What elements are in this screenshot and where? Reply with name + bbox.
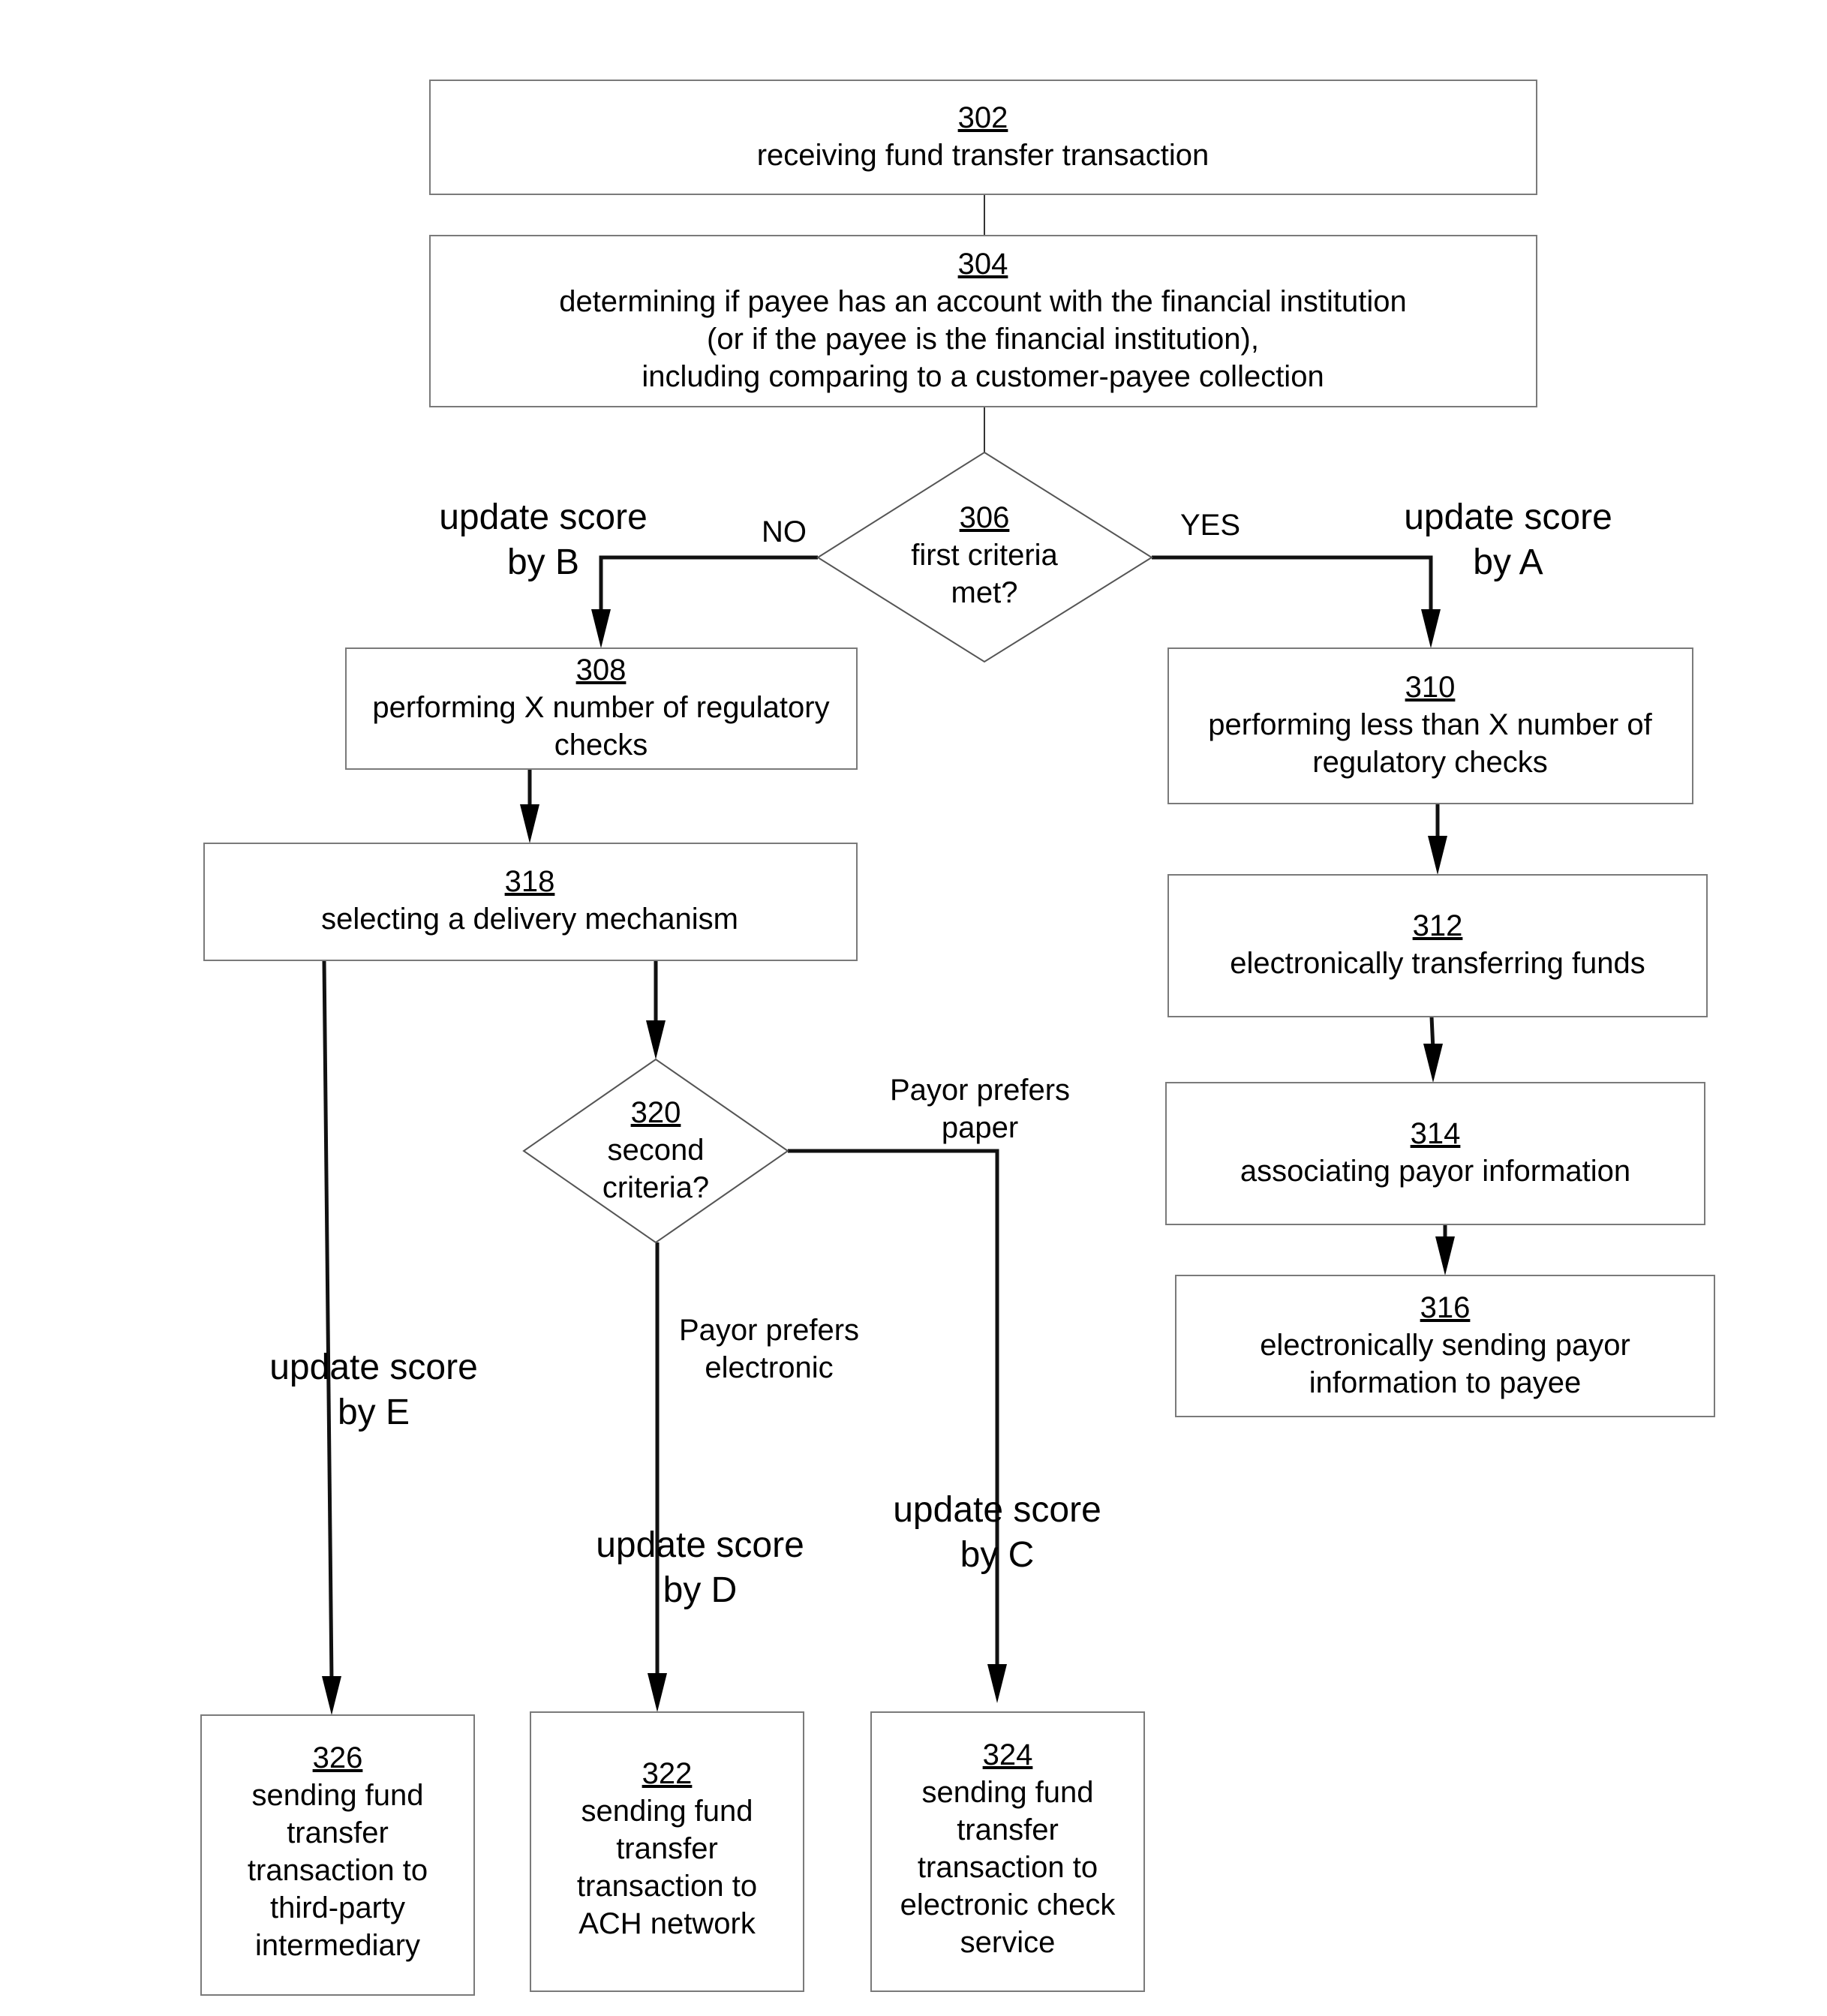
node-322-number: 322	[642, 1757, 693, 1790]
node-308-text-line2: checks	[554, 729, 648, 762]
node-324-text-line3: transaction to	[918, 1851, 1098, 1884]
node-326: 326 sending fund transfer transaction to…	[200, 1714, 475, 1996]
edge-label-score-a-line2: by A	[1473, 542, 1543, 582]
arrowhead-to-322	[648, 1673, 667, 1712]
node-302-number: 302	[958, 101, 1008, 134]
node-310-text-line1: performing less than X number of	[1208, 708, 1652, 741]
arrowhead-to-312	[1428, 836, 1447, 875]
edge-label-score-c-line1: update score	[893, 1490, 1101, 1530]
edge-label-paper-line2: paper	[942, 1111, 1018, 1144]
decision-306-text-line1: first criteria	[911, 539, 1058, 572]
node-308-text-line1: performing X number of regulatory	[372, 691, 829, 724]
edge-label-paper-line1: Payor prefers	[890, 1074, 1070, 1107]
node-326-number: 326	[313, 1741, 363, 1774]
node-304: 304 determining if payee has an account …	[429, 235, 1537, 407]
decision-306-number: 306	[960, 501, 1010, 534]
connector-yes-branch	[1152, 555, 1433, 615]
node-322: 322 sending fund transfer transaction to…	[530, 1711, 804, 1992]
node-314: 314 associating payor information	[1165, 1082, 1705, 1225]
node-304-text-line3: including comparing to a customer-payee …	[642, 360, 1324, 393]
edge-label-electronic-line2: electronic	[705, 1351, 833, 1384]
node-316-number: 316	[1420, 1291, 1471, 1324]
arrowhead-to-308	[591, 609, 611, 648]
node-316-text-line2: information to payee	[1309, 1366, 1581, 1399]
arrowhead-to-326	[322, 1676, 341, 1715]
node-326-text-line3: transaction to	[248, 1854, 428, 1887]
node-318-number: 318	[505, 865, 555, 898]
node-308: 308 performing X number of regulatory ch…	[345, 647, 858, 770]
decision-320: 320 second criteria?	[522, 1058, 789, 1244]
node-304-number: 304	[958, 248, 1008, 281]
edge-label-score-d-line2: by D	[663, 1570, 738, 1610]
edge-label-score-e-line1: update score	[269, 1348, 478, 1387]
node-310: 310 performing less than X number of reg…	[1167, 647, 1693, 804]
node-314-text: associating payor information	[1240, 1155, 1630, 1188]
node-308-number: 308	[576, 653, 627, 687]
node-312: 312 electronically transferring funds	[1167, 874, 1708, 1017]
edge-label-score-b-line2: by B	[507, 542, 579, 582]
connector-320-324	[788, 1149, 999, 1666]
arrowhead-to-310	[1421, 609, 1441, 648]
edge-label-score-d-line1: update score	[596, 1525, 804, 1565]
node-322-text-line2: transfer	[616, 1832, 718, 1865]
arrowhead-to-318	[520, 804, 539, 843]
arrowhead-to-314	[1423, 1044, 1443, 1083]
arrowhead-to-320	[646, 1020, 666, 1059]
node-304-text-line1: determining if payee has an account with…	[559, 285, 1407, 318]
connector-318-326	[322, 960, 334, 1681]
node-324-text-line5: service	[960, 1926, 1056, 1959]
edge-label-score-e-line2: by E	[338, 1393, 410, 1432]
arrowhead-to-324	[987, 1664, 1007, 1703]
node-318-text: selecting a delivery mechanism	[321, 903, 738, 936]
node-326-text-line5: intermediary	[255, 1929, 420, 1962]
decision-320-text-line2: criteria?	[602, 1171, 709, 1204]
node-318: 318 selecting a delivery mechanism	[203, 843, 858, 961]
node-324-text-line1: sending fund	[921, 1776, 1093, 1809]
decision-306: 306 first criteria met?	[816, 451, 1153, 663]
node-302-text: receiving fund transfer transaction	[757, 139, 1209, 172]
node-322-text-line1: sending fund	[581, 1795, 753, 1828]
decision-320-text-line1: second	[608, 1134, 705, 1167]
node-316-text-line1: electronically sending payor	[1260, 1329, 1630, 1362]
node-302: 302 receiving fund transfer transaction	[429, 80, 1537, 195]
node-312-text: electronically transferring funds	[1230, 947, 1645, 980]
node-312-number: 312	[1413, 909, 1463, 942]
connector-no-branch	[599, 555, 818, 615]
node-304-text-line2: (or if the payee is the financial instit…	[707, 323, 1259, 356]
flowchart: 302 receiving fund transfer transaction …	[200, 80, 1715, 1996]
decision-306-text-line2: met?	[951, 576, 1018, 609]
node-326-text-line2: transfer	[287, 1816, 389, 1849]
edge-label-score-c-line2: by C	[960, 1535, 1035, 1575]
node-314-number: 314	[1411, 1117, 1461, 1150]
node-326-text-line4: third-party	[270, 1891, 405, 1924]
node-324-text-line4: electronic check	[900, 1888, 1116, 1921]
node-324-number: 324	[983, 1738, 1033, 1771]
node-322-text-line4: ACH network	[578, 1907, 756, 1940]
node-324: 324 sending fund transfer transaction to…	[870, 1711, 1145, 1992]
edge-label-electronic-line1: Payor prefers	[679, 1314, 859, 1347]
node-324-text-line2: transfer	[957, 1813, 1059, 1846]
edge-label-yes: YES	[1180, 509, 1240, 542]
edge-label-no: NO	[762, 515, 807, 548]
decision-320-number: 320	[631, 1096, 681, 1129]
node-310-number: 310	[1405, 671, 1456, 704]
edge-label-score-a-line1: update score	[1404, 497, 1612, 537]
node-326-text-line1: sending fund	[251, 1779, 423, 1812]
edge-label-score-b-line1: update score	[439, 497, 648, 537]
node-310-text-line2: regulatory checks	[1312, 746, 1547, 779]
arrowhead-to-316	[1435, 1236, 1455, 1275]
node-322-text-line3: transaction to	[577, 1870, 757, 1903]
node-316: 316 electronically sending payor informa…	[1175, 1275, 1715, 1417]
